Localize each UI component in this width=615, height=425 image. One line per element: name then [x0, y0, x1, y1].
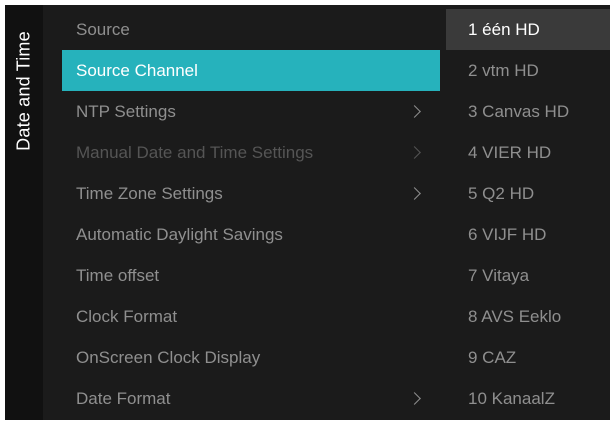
channel-list: 1 één HD 2 vtm HD 3 Canvas HD 4 VIER HD 5 Q2…	[446, 9, 610, 419]
menu-item-source[interactable]: Source	[62, 9, 440, 50]
menu-item-label: OnScreen Clock Display	[76, 347, 261, 367]
menu-item-onscreen-clock-display[interactable]: OnScreen Clock Display	[62, 337, 440, 378]
menu-item-time-zone-settings[interactable]: Time Zone Settings	[62, 173, 440, 214]
channel-item[interactable]: 5 Q2 HD	[446, 173, 610, 214]
channel-item[interactable]: 8 AVS Eeklo	[446, 296, 610, 337]
channel-item[interactable]: 2 vtm HD	[446, 50, 610, 91]
channel-item[interactable]: 6 VIJF HD	[446, 214, 610, 255]
menu-item-date-format[interactable]: Date Format	[62, 378, 440, 419]
menu-item-label: Automatic Daylight Savings	[76, 224, 283, 244]
chevron-right-icon	[408, 146, 421, 159]
chevron-right-icon	[408, 187, 421, 200]
menu-item-automatic-daylight-savings[interactable]: Automatic Daylight Savings	[62, 214, 440, 255]
channel-item[interactable]: 4 VIER HD	[446, 132, 610, 173]
chevron-right-icon	[408, 105, 421, 118]
menu-item-label: Clock Format	[76, 306, 178, 326]
channel-item[interactable]: 9 CAZ	[446, 337, 610, 378]
side-title: Date and Time	[13, 31, 34, 151]
menu-item-time-offset[interactable]: Time offset	[62, 255, 440, 296]
menu-item-label: Source Channel	[76, 60, 198, 80]
menu-item-label: NTP Settings	[76, 101, 176, 121]
channel-item[interactable]: 10 KanaalZ	[446, 378, 610, 419]
menu-item-label: Time Zone Settings	[76, 183, 223, 203]
menu-item-ntp-settings[interactable]: NTP Settings	[62, 91, 440, 132]
menu-item-label: Manual Date and Time Settings	[76, 142, 314, 162]
channel-item[interactable]: 3 Canvas HD	[446, 91, 610, 132]
settings-menu: Source Source Channel NTP Settings Manual D…	[62, 9, 440, 419]
side-title-panel: Date and Time	[5, 5, 43, 420]
menu-item-label: Date Format	[76, 388, 171, 408]
chevron-right-icon	[408, 392, 421, 405]
menu-item-clock-format[interactable]: Clock Format	[62, 296, 440, 337]
menu-item-source-channel[interactable]: Source Channel	[62, 50, 440, 91]
menu-item-label: Time offset	[76, 265, 160, 285]
channel-item[interactable]: 1 één HD	[446, 9, 610, 50]
tv-settings-screen: Date and Time Source Source Channel NTP Se…	[5, 5, 610, 420]
channel-item[interactable]: 7 Vitaya	[446, 255, 610, 296]
menu-item-label: Source	[76, 19, 130, 39]
menu-item-manual-date-and-time-settings[interactable]: Manual Date and Time Settings	[62, 132, 440, 173]
